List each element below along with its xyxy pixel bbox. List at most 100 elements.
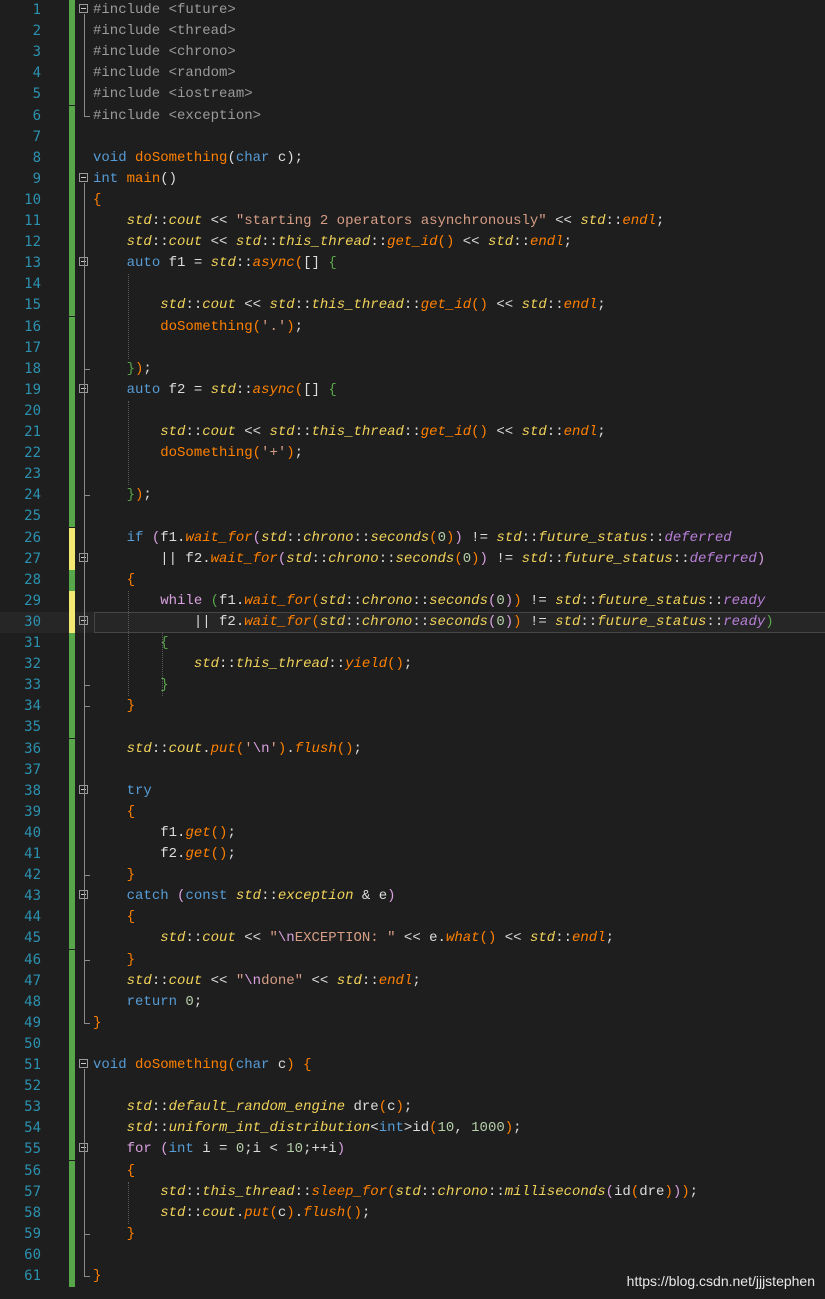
code-line[interactable]: 12 std::cout << std::this_thread::get_id… [0,232,825,254]
fold-outline [84,14,85,116]
code-line[interactable]: 20 [0,400,825,422]
code-line[interactable]: 30 || f2.wait_for(std::chrono::seconds(0… [0,611,825,634]
code-line[interactable]: 47 std::cout << "\ndone" << std::endl; [0,970,825,992]
code-line[interactable]: 6 #include <exception> [0,105,825,127]
code-token: { [126,909,136,926]
code-line[interactable]: 44 { [0,907,825,929]
code-line[interactable]: 4 #include <random> [0,63,825,85]
code-token: auto [126,381,169,398]
code-line[interactable]: 46 } [0,949,825,971]
code-line[interactable]: 5 #include <iostream> [0,84,825,106]
code-line[interactable]: 22 doSomething('+'); [0,443,825,465]
code-line[interactable]: 16 doSomething('.'); [0,316,825,338]
code-line[interactable]: 54 std::uniform_int_distribution<int>id(… [0,1118,825,1140]
code-line[interactable]: 34 } [0,696,825,718]
code-line[interactable]: 40 f1.get(); [0,822,825,844]
code-token: " [269,930,278,947]
code-line[interactable]: 58 std::cout.put(c).flush(); [0,1202,825,1224]
code-line[interactable]: 52 [0,1076,825,1098]
code-line[interactable]: 33 } [0,675,825,697]
code-line[interactable]: 55 for (int i = 0;i < 10;++i) [0,1139,825,1161]
code-line[interactable]: 13 auto f1 = std::async([] { [0,253,825,275]
code-line[interactable]: 50 [0,1033,825,1055]
code-token: :: [185,930,203,947]
code-token: ( [605,1183,615,1200]
code-line[interactable]: 8 void doSomething(char c); [0,147,825,169]
code-line[interactable]: 18 }); [0,358,825,380]
code-token: for [126,1141,161,1158]
line-number: 25 [24,508,41,525]
code-token: ; [294,445,304,462]
code-token: std [126,972,152,989]
code-line[interactable]: 11 std::cout << "starting 2 operators as… [0,211,825,233]
code-token: ; [403,656,413,673]
code-line[interactable]: 31 { [0,633,825,655]
code-token: :: [412,613,430,630]
code-token: () [210,846,228,862]
indent-guide [162,633,163,697]
collapse-toggle-icon[interactable] [79,1059,88,1068]
code-line[interactable]: 28 { [0,569,825,591]
code-token: ) [286,1057,304,1073]
code-line[interactable]: 45 std::cout << "\nEXCEPTION: " << e.wha… [0,928,825,950]
code-line[interactable]: 1 #include <future> [0,0,825,22]
code-line[interactable]: 56 { [0,1160,825,1182]
code-line[interactable]: 7 [0,126,825,148]
code-line[interactable]: 41 f2.get(); [0,844,825,866]
code-line[interactable]: 37 [0,759,825,781]
collapse-toggle-icon[interactable] [79,172,88,182]
code-token: << [235,297,270,314]
code-token: || f2. [93,613,245,630]
code-line[interactable]: 9 int main() [0,168,825,190]
code-line[interactable]: 35 [0,717,825,739]
code-line[interactable]: 29 while (f1.wait_for(std::chrono::secon… [0,590,825,612]
code-token: ( [454,550,463,567]
code-token: std [555,613,581,630]
code-line[interactable]: 10 { [0,189,825,211]
code-line[interactable]: 26 if (f1.wait_for(std::chrono::seconds(… [0,527,825,549]
code-line[interactable]: 59 } [0,1223,825,1245]
code-line[interactable]: 23 [0,464,825,486]
code-line[interactable]: 53 std::default_random_engine dre(c); [0,1097,825,1119]
code-line[interactable]: 36 std::cout.put('\n').flush(); [0,738,825,760]
line-number: 17 [24,339,41,356]
code-line[interactable]: 15 std::cout << std::this_thread::get_id… [0,295,825,317]
code-token: done" [261,972,304,989]
code-line[interactable]: 3 #include <chrono> [0,42,825,64]
code-line[interactable]: 25 [0,506,825,528]
line-number: 20 [24,402,41,419]
code-line[interactable]: 43 catch (const std::exception & e) [0,886,825,908]
code-text: std::this_thread::sleep_for(std::chrono:… [93,1182,698,1203]
code-line[interactable]: 14 [0,274,825,296]
code-line[interactable]: 17 [0,337,825,359]
code-line[interactable]: 42 } [0,865,825,887]
fold-end [84,875,90,877]
code-token: const [185,888,236,905]
code-token: \n [244,972,262,989]
line-number: 13 [24,255,41,272]
code-line[interactable]: 2 #include <thread> [0,21,825,43]
code-token: ( [210,592,220,609]
code-token: ) [286,1204,295,1221]
code-line[interactable]: 48 return 0; [0,991,825,1013]
code-line[interactable]: 21 std::cout << std::this_thread::get_id… [0,422,825,444]
code-token: std [555,592,581,609]
code-line[interactable]: 24 }); [0,485,825,507]
code-line[interactable]: 32 std::this_thread::yield(); [0,654,825,676]
collapse-toggle-icon[interactable] [79,4,88,13]
code-line[interactable]: 19 auto f2 = std::async([] { [0,379,825,401]
code-line[interactable]: 51 void doSomething(char c) { [0,1055,825,1077]
code-line[interactable]: 60 [0,1244,825,1266]
code-line[interactable]: 38 try [0,780,825,802]
code-line[interactable]: 27 || f2.wait_for(std::chrono::seconds(0… [0,548,825,570]
code-line[interactable]: 49} [0,1012,825,1034]
change-marker [69,633,75,655]
code-editor[interactable]: 1 #include <future> 2 #include <thread> 3 #in… [0,0,825,1299]
code-token: get [185,846,211,862]
code-line[interactable]: 39 { [0,801,825,823]
code-line[interactable]: 57 std::this_thread::sleep_for(std::chro… [0,1181,825,1203]
